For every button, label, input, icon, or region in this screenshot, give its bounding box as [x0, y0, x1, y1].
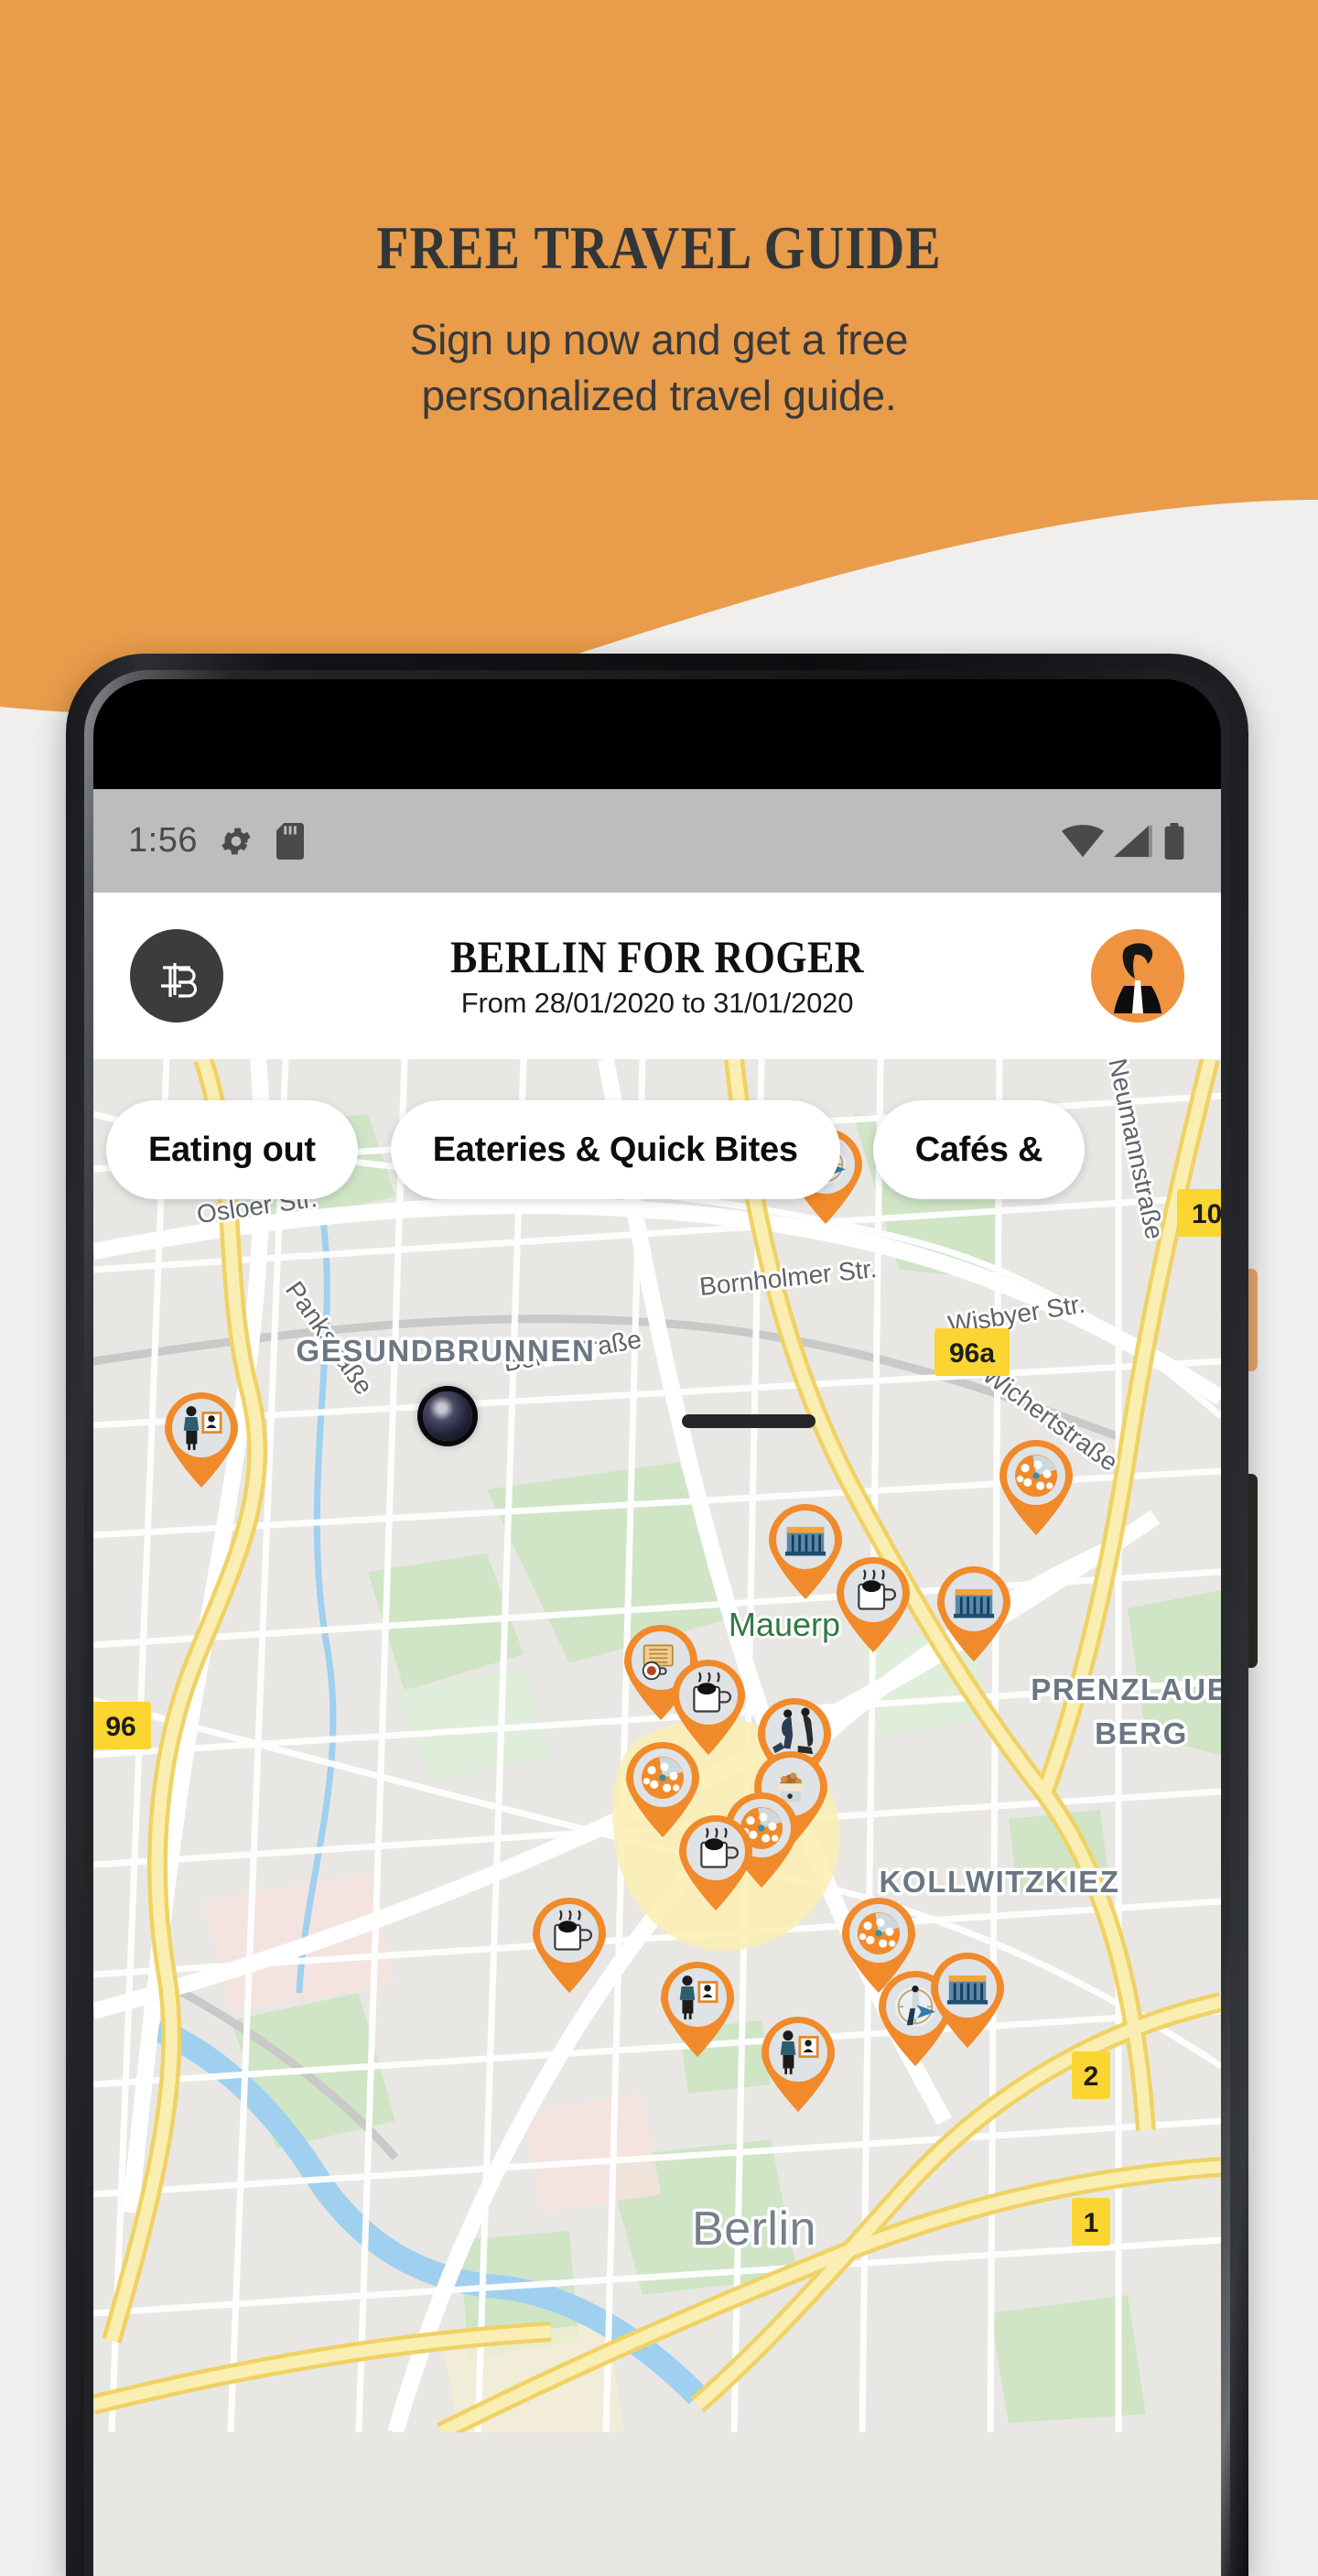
map-district-label: PRENZLAUER [1031, 1672, 1221, 1706]
museum-icon [784, 1527, 826, 1556]
app-header-bar: BERLIN FOR ROGER From 28/01/2020 to 31/0… [93, 893, 1221, 1059]
phone-body: 1:56 BERLIN FOR ROGER From 28/01/2020 to… [66, 654, 1248, 2576]
cell-signal-icon [1114, 825, 1152, 858]
road-shield: 96a [934, 1328, 1010, 1376]
road-shield: 96 [93, 1702, 151, 1749]
chip-cafes[interactable]: Cafés & [872, 1100, 1086, 1199]
road-shield-label: 96a [949, 1338, 995, 1369]
map-canvas[interactable]: Osloer Str. Pankstraße Behmstraße Bornholme… [93, 1059, 1221, 2576]
museum-icon [953, 1589, 995, 1618]
status-bar-right-icons [1062, 822, 1186, 860]
promo-banner-background [0, 0, 1318, 751]
sd-card-icon [275, 822, 306, 860]
map-city-label: Berlin [692, 2203, 816, 2256]
museum-icon [946, 1975, 988, 2005]
wifi-icon [1062, 824, 1104, 858]
app-viewport: 1:56 BERLIN FOR ROGER From 28/01/2020 to… [93, 789, 1221, 2576]
map-district-label: BERG [1095, 1716, 1188, 1750]
brand-logo-tb[interactable] [130, 929, 223, 1023]
category-filter-chips[interactable]: Eating out Eateries & Quick Bites Cafés … [93, 1100, 1221, 1199]
phone-screen: 1:56 BERLIN FOR ROGER From 28/01/2020 to… [93, 679, 1221, 2576]
map-park-label: Mauerp [729, 1606, 840, 1643]
trip-title: BERLIN FOR ROGER [450, 930, 864, 982]
phone-mockup: 1:56 BERLIN FOR ROGER From 28/01/2020 to… [66, 654, 1258, 2576]
trip-header: BERLIN FOR ROGER From 28/01/2020 to 31/0… [223, 933, 1091, 1020]
road-shield-label: 2 [1084, 2062, 1099, 2092]
gear-icon [218, 823, 254, 860]
battery-icon [1162, 822, 1186, 860]
road-shield-label: 1 [1084, 2208, 1099, 2238]
chip-eateries-quick-bites[interactable]: Eateries & Quick Bites [390, 1100, 840, 1199]
status-clock: 1:56 [128, 821, 198, 860]
trip-dates: From 28/01/2020 to 31/01/2020 [460, 986, 854, 1019]
front-camera-icon [423, 1391, 472, 1441]
status-bar: 1:56 [93, 789, 1221, 893]
pizza-icon [1015, 1455, 1057, 1497]
road-shield: 2 [1072, 2051, 1110, 2099]
road-shield-label: 109 [1192, 1199, 1221, 1229]
pizza-icon [642, 1757, 684, 1799]
earpiece-speaker [682, 1414, 816, 1428]
road-shield-label: 96 [105, 1712, 135, 1742]
pizza-icon [858, 1912, 900, 1954]
road-shield: 1 [1072, 2198, 1110, 2246]
map-district-label: KOLLWITZKIEZ [880, 1865, 1120, 1899]
avatar[interactable] [1091, 929, 1184, 1023]
map-district-label: GESUNDBRUNNEN [297, 1334, 596, 1368]
chip-eating-out[interactable]: Eating out [106, 1100, 358, 1199]
